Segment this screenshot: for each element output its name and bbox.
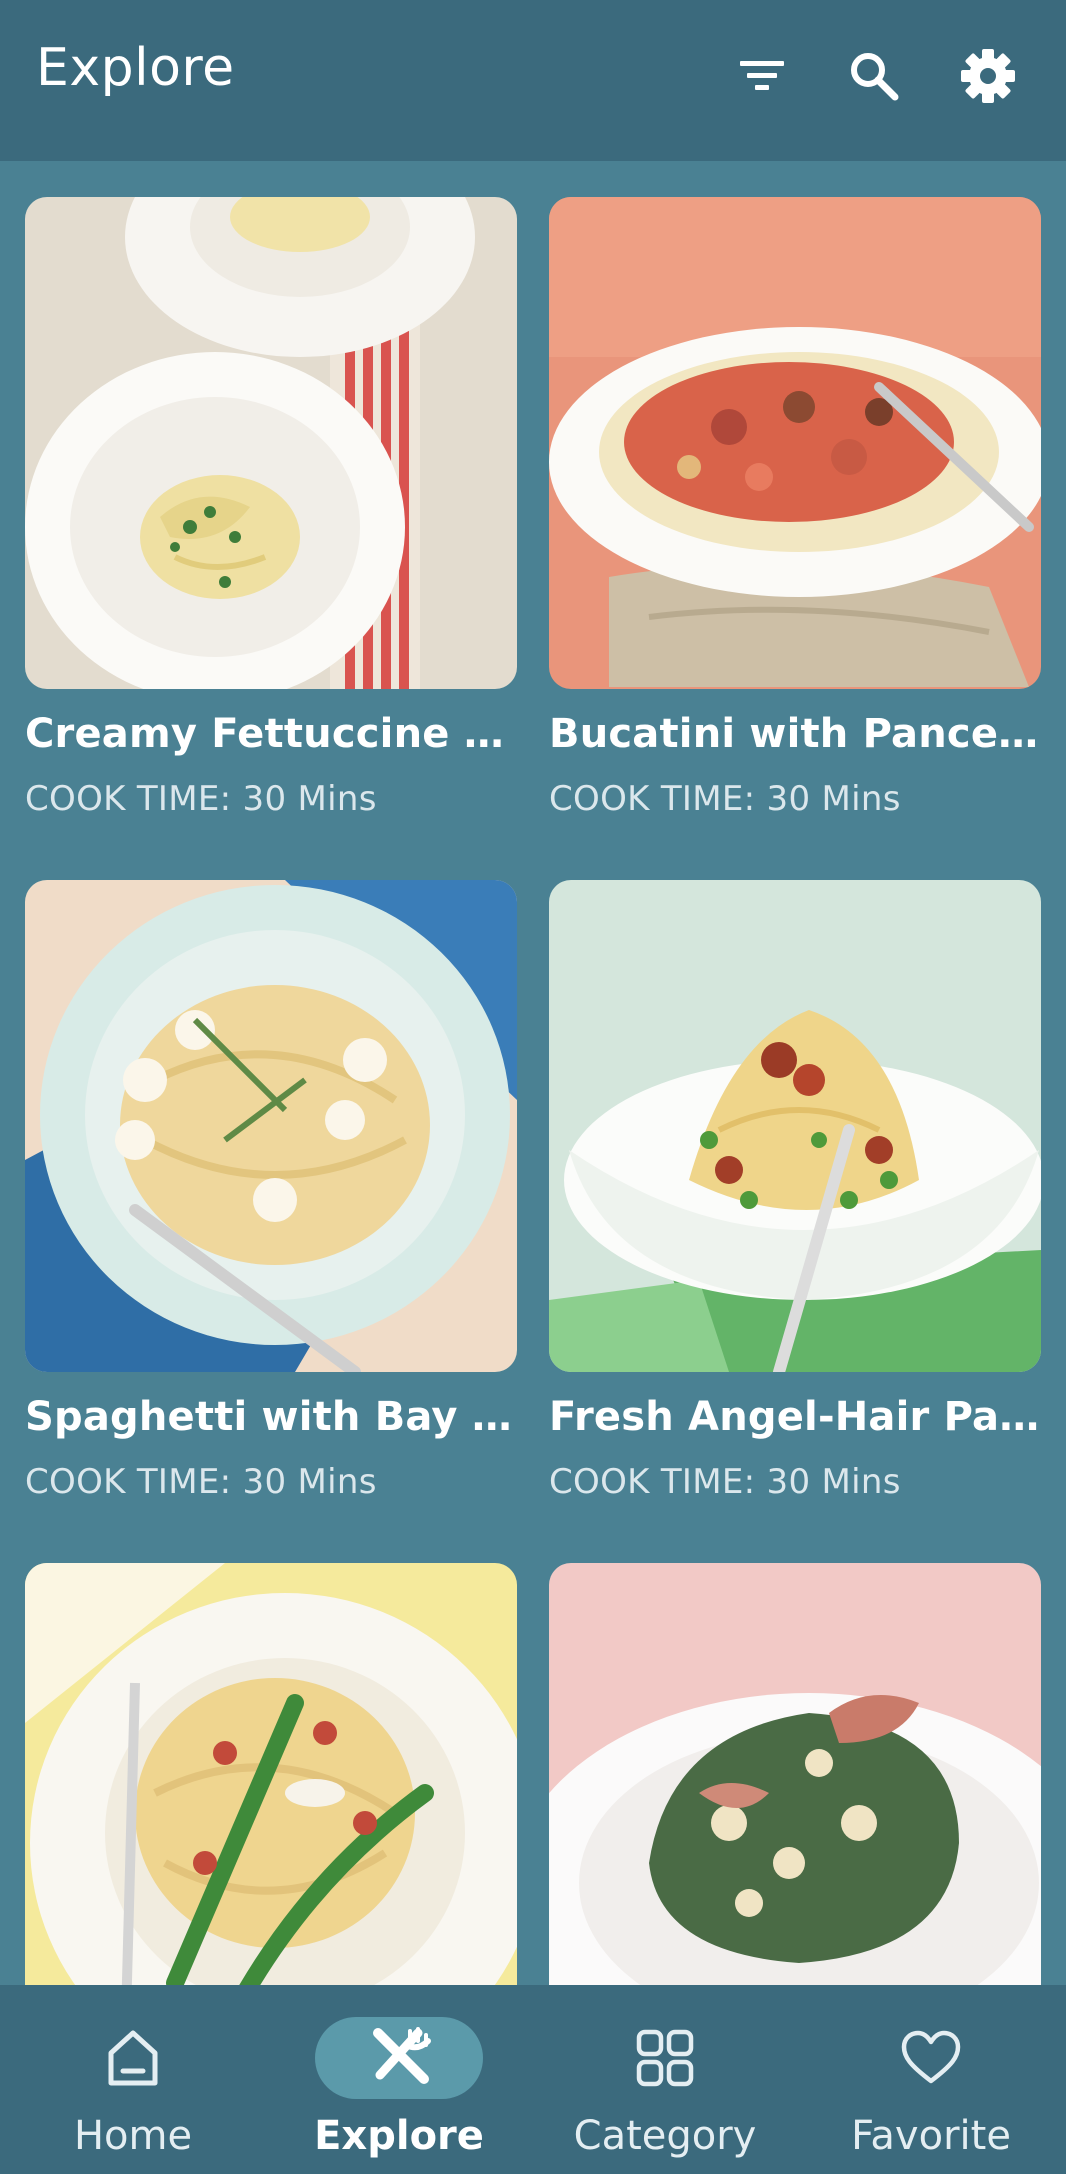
page-title: Explore bbox=[36, 38, 235, 98]
fork-knife-icon bbox=[373, 2027, 431, 2084]
recipe-image bbox=[549, 1563, 1041, 1985]
nav-home-indicator bbox=[49, 2017, 217, 2099]
recipe-name: Spaghetti with Bay Sc... bbox=[25, 1394, 517, 1440]
recipe-cook-time: COOK TIME: 30 Mins bbox=[549, 1462, 901, 1502]
nav-home[interactable]: Home bbox=[0, 1985, 266, 2174]
nav-explore[interactable]: Explore bbox=[266, 1985, 532, 2174]
recipe-cook-time: COOK TIME: 30 Mins bbox=[25, 1462, 377, 1502]
nav-favorite-indicator bbox=[847, 2017, 1015, 2099]
nav-explore-label: Explore bbox=[314, 2113, 484, 2159]
search-icon bbox=[851, 53, 899, 101]
recipe-name: Fresh Angel-Hair Past... bbox=[549, 1394, 1041, 1440]
recipe-image bbox=[549, 197, 1041, 689]
recipe-cook-time: COOK TIME: 30 Mins bbox=[549, 779, 901, 819]
recipe-image bbox=[25, 197, 517, 689]
recipe-image bbox=[25, 1563, 517, 1985]
recipe-card[interactable]: Fresh Angel-Hair Past... COOK TIME: 30 M… bbox=[549, 880, 1041, 1502]
recipe-name: Bucatini with Pancetta... bbox=[549, 711, 1041, 757]
recipe-grid: Creamy Fettuccine wi... COOK TIME: 30 Mi… bbox=[0, 161, 1066, 1985]
bottom-navigation: Home Explore Category Favorite bbox=[0, 1985, 1066, 2174]
nav-category[interactable]: Category bbox=[532, 1985, 798, 2174]
recipe-card[interactable] bbox=[549, 1563, 1041, 1985]
recipe-card[interactable]: Creamy Fettuccine wi... COOK TIME: 30 Mi… bbox=[25, 197, 517, 819]
nav-favorite-label: Favorite bbox=[851, 2113, 1011, 2159]
gear-icon bbox=[961, 49, 1015, 103]
recipe-image bbox=[549, 880, 1041, 1372]
nav-home-label: Home bbox=[73, 2113, 193, 2159]
search-button[interactable] bbox=[838, 40, 910, 112]
nav-favorite[interactable]: Favorite bbox=[798, 1985, 1064, 2174]
grid-icon bbox=[636, 2029, 694, 2087]
recipe-card[interactable]: Spaghetti with Bay Sc... COOK TIME: 30 M… bbox=[25, 880, 517, 1502]
home-icon bbox=[108, 2030, 158, 2086]
filter-icon bbox=[740, 61, 784, 90]
filter-button[interactable] bbox=[726, 40, 798, 112]
nav-category-indicator bbox=[581, 2017, 749, 2099]
recipe-cook-time: COOK TIME: 30 Mins bbox=[25, 779, 377, 819]
recipe-name: Creamy Fettuccine wi... bbox=[25, 711, 517, 757]
top-app-bar: Explore bbox=[0, 0, 1066, 161]
settings-button[interactable] bbox=[952, 40, 1024, 112]
recipe-image bbox=[25, 880, 517, 1372]
heart-icon bbox=[901, 2030, 961, 2084]
recipe-card[interactable] bbox=[25, 1563, 517, 1985]
recipe-card[interactable]: Bucatini with Pancetta... COOK TIME: 30 … bbox=[549, 197, 1041, 819]
nav-explore-indicator bbox=[315, 2017, 483, 2099]
nav-category-label: Category bbox=[573, 2113, 757, 2159]
